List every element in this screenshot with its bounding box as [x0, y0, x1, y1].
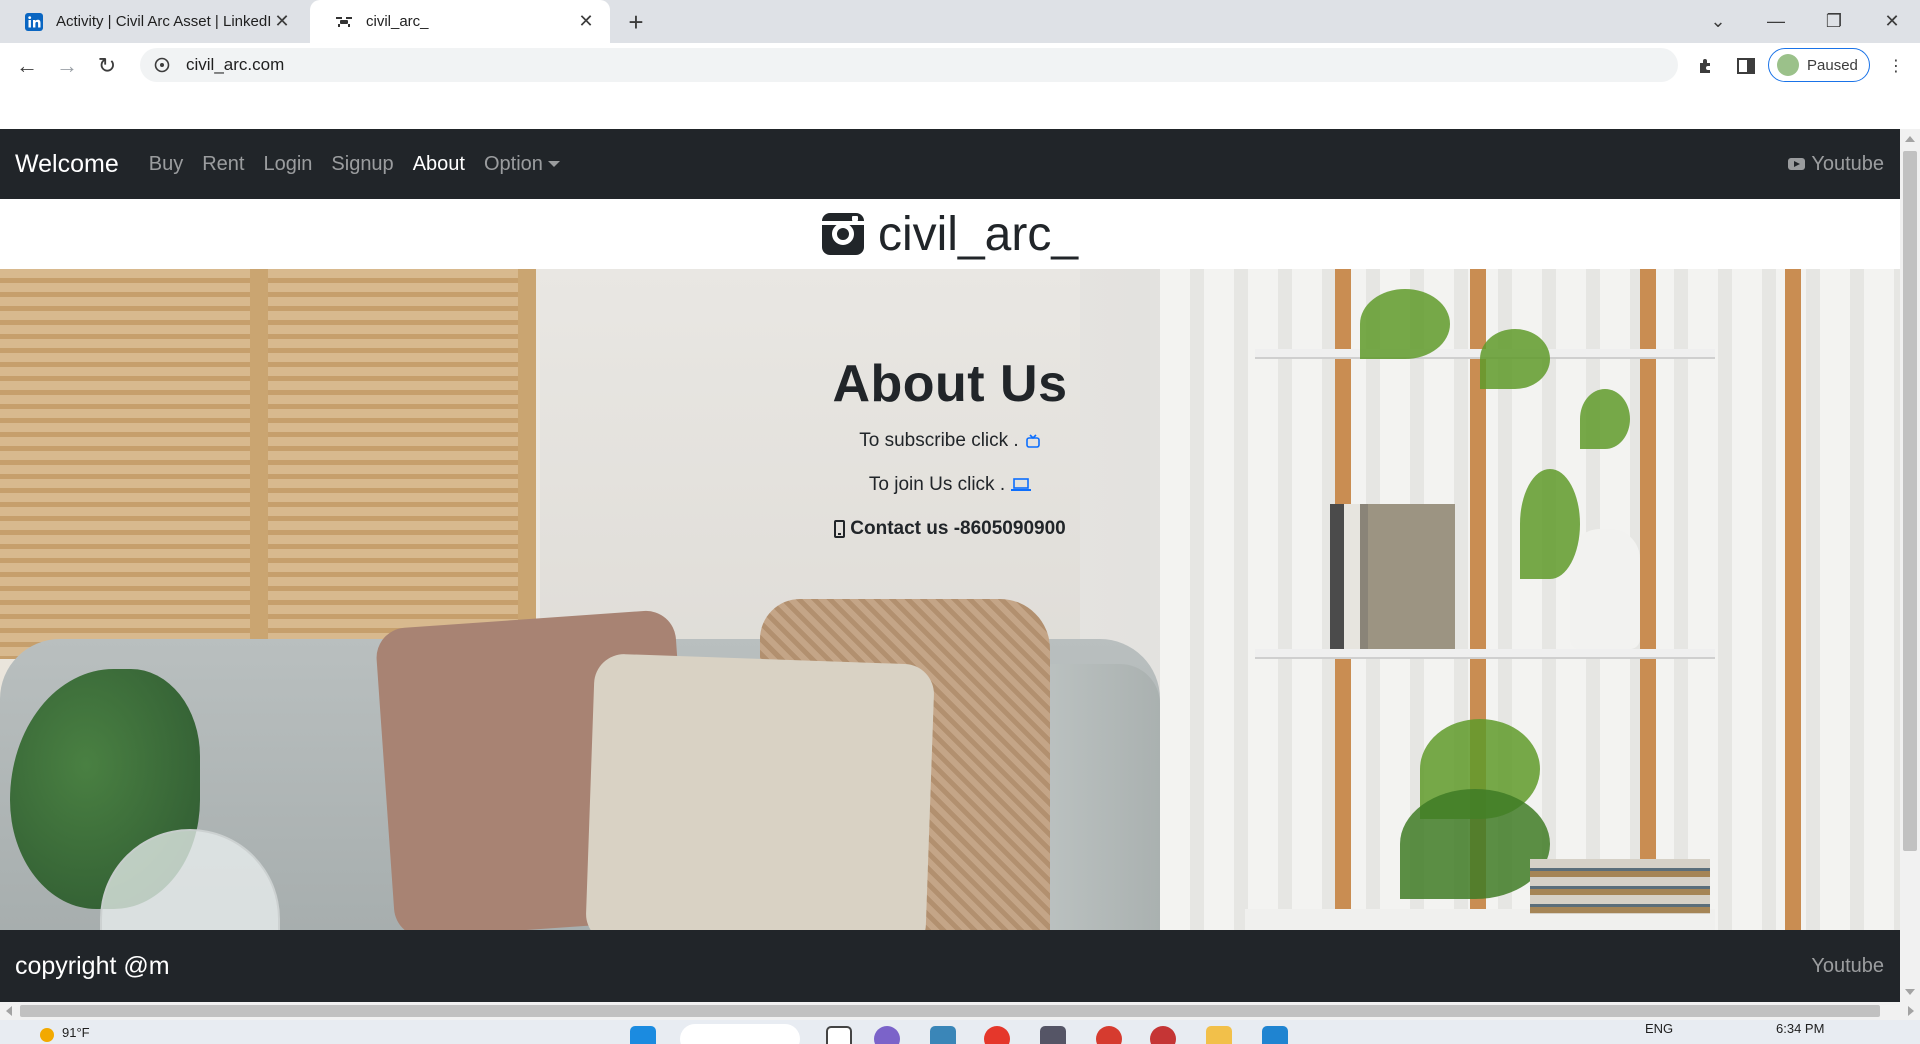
scroll-thumb[interactable]: [1903, 151, 1917, 851]
scroll-up-icon[interactable]: [1905, 136, 1915, 142]
main-navbar: Welcome Buy Rent Login Signup About Opti…: [0, 129, 1900, 199]
vscode-icon[interactable]: [1262, 1026, 1288, 1044]
weather-widget[interactable]: 91°F: [40, 1022, 90, 1042]
youtube-label: Youtube: [1811, 152, 1884, 175]
vertical-scrollbar[interactable]: [1900, 129, 1920, 1002]
nav-link-rent[interactable]: Rent: [202, 153, 244, 176]
page-top-spacer: [0, 87, 1900, 129]
forward-icon[interactable]: →: [53, 52, 81, 80]
caret-down-icon: [547, 161, 560, 168]
join-line: To join Us click .: [0, 474, 1900, 496]
about-hero: About Us To subscribe click . To join Us…: [0, 269, 1900, 930]
nav-link-buy[interactable]: Buy: [149, 153, 183, 176]
tab-linkedin[interactable]: Activity | Civil Arc Asset | LinkedIn ✕: [0, 0, 306, 43]
close-icon[interactable]: ✕: [576, 11, 596, 32]
app-icon[interactable]: [984, 1026, 1010, 1044]
profile-button[interactable]: Paused: [1768, 48, 1870, 82]
menu-icon[interactable]: ⋮: [1882, 52, 1910, 80]
address-text: civil_arc.com: [186, 55, 285, 74]
start-icon[interactable]: [630, 1026, 656, 1044]
join-link[interactable]: [1011, 477, 1032, 493]
page-title: About Us: [832, 355, 1068, 413]
profile-status: Paused: [1807, 56, 1858, 74]
close-icon[interactable]: ✕: [272, 11, 292, 32]
contact-text: Contact us -8605090900: [850, 518, 1066, 539]
app-icon[interactable]: [930, 1026, 956, 1044]
linkedin-icon: [24, 12, 44, 32]
teams-icon[interactable]: [874, 1026, 900, 1044]
nav-dropdown-option[interactable]: Option: [484, 153, 560, 176]
contact-line: Contact us -8605090900: [0, 518, 1900, 540]
sun-icon: [40, 1028, 54, 1042]
back-icon[interactable]: ←: [13, 52, 41, 80]
avatar: [1777, 54, 1799, 76]
extensions-icon[interactable]: [1692, 52, 1720, 80]
tab-strip: Activity | Civil Arc Asset | LinkedIn ✕ …: [0, 0, 1920, 43]
nav-link-about[interactable]: About: [413, 153, 465, 176]
nav-link-login[interactable]: Login: [263, 153, 312, 176]
navbar-brand[interactable]: Welcome: [15, 150, 119, 179]
scroll-thumb[interactable]: [20, 1005, 1880, 1017]
subscribe-link[interactable]: [1025, 433, 1041, 449]
language-indicator[interactable]: ENG: [1645, 1021, 1673, 1036]
tab-title: civil_arc_: [366, 13, 429, 30]
weather-text: 91°F: [62, 1024, 90, 1040]
chrome-icon[interactable]: [1150, 1026, 1176, 1044]
handle-text: civil_arc_: [877, 207, 1079, 261]
youtube-icon: [1788, 158, 1806, 170]
tab-title: Activity | Civil Arc Asset | LinkedIn: [56, 13, 272, 30]
subscribe-line: To subscribe click .: [0, 430, 1900, 452]
phone-icon: [834, 520, 846, 538]
browser-toolbar: ← → ↻ civil_arc.com Paused ⋮: [0, 43, 1920, 87]
restore-button[interactable]: ❐: [1806, 0, 1862, 43]
clock[interactable]: 6:34 PM: [1776, 1021, 1824, 1036]
tab-search-icon[interactable]: ⌄: [1690, 0, 1746, 43]
about-content: About Us To subscribe click . To join Us…: [0, 354, 1900, 540]
dropdown-label: Option: [483, 152, 543, 175]
chrome-icon[interactable]: [1096, 1026, 1122, 1044]
address-bar[interactable]: civil_arc.com: [140, 48, 1678, 82]
task-view-icon[interactable]: [826, 1026, 852, 1044]
tab-civil-arc[interactable]: civil_arc_ ✕: [310, 0, 610, 43]
web-page: Welcome Buy Rent Login Signup About Opti…: [0, 129, 1900, 1002]
nav-link-signup[interactable]: Signup: [331, 153, 393, 176]
scroll-down-icon[interactable]: [1905, 989, 1915, 995]
horizontal-scrollbar[interactable]: [0, 1002, 1920, 1020]
footer-youtube-link[interactable]: Youtube: [1811, 955, 1884, 978]
reload-icon[interactable]: ↻: [93, 52, 121, 80]
site-info-icon[interactable]: [154, 57, 176, 73]
folder-icon[interactable]: [1206, 1026, 1232, 1044]
page-footer: copyright @m Youtube: [0, 930, 1900, 1002]
settings-icon[interactable]: [1040, 1026, 1066, 1044]
laptop-icon: [1011, 478, 1032, 491]
side-panel-icon[interactable]: [1732, 52, 1760, 80]
taskbar-search[interactable]: [680, 1024, 800, 1044]
youtube-link-icon: [1025, 434, 1040, 448]
instagram-icon: [821, 213, 864, 255]
minimize-button[interactable]: —: [1748, 0, 1804, 43]
nav-link-youtube[interactable]: Youtube: [1788, 129, 1884, 199]
os-taskbar: 91°F ENG 6:34 PM: [0, 1020, 1920, 1044]
new-tab-button[interactable]: +: [622, 7, 650, 37]
close-window-button[interactable]: ✕: [1864, 0, 1920, 43]
scroll-right-icon[interactable]: [1908, 1006, 1914, 1016]
scroll-left-icon[interactable]: [6, 1006, 12, 1016]
instagram-handle[interactable]: civil_arc_: [0, 199, 1900, 269]
join-text: To join Us click .: [868, 474, 1006, 495]
drone-icon: [334, 12, 354, 32]
copyright-text: copyright @m: [15, 951, 170, 980]
subscribe-text: To subscribe click .: [859, 430, 1019, 451]
